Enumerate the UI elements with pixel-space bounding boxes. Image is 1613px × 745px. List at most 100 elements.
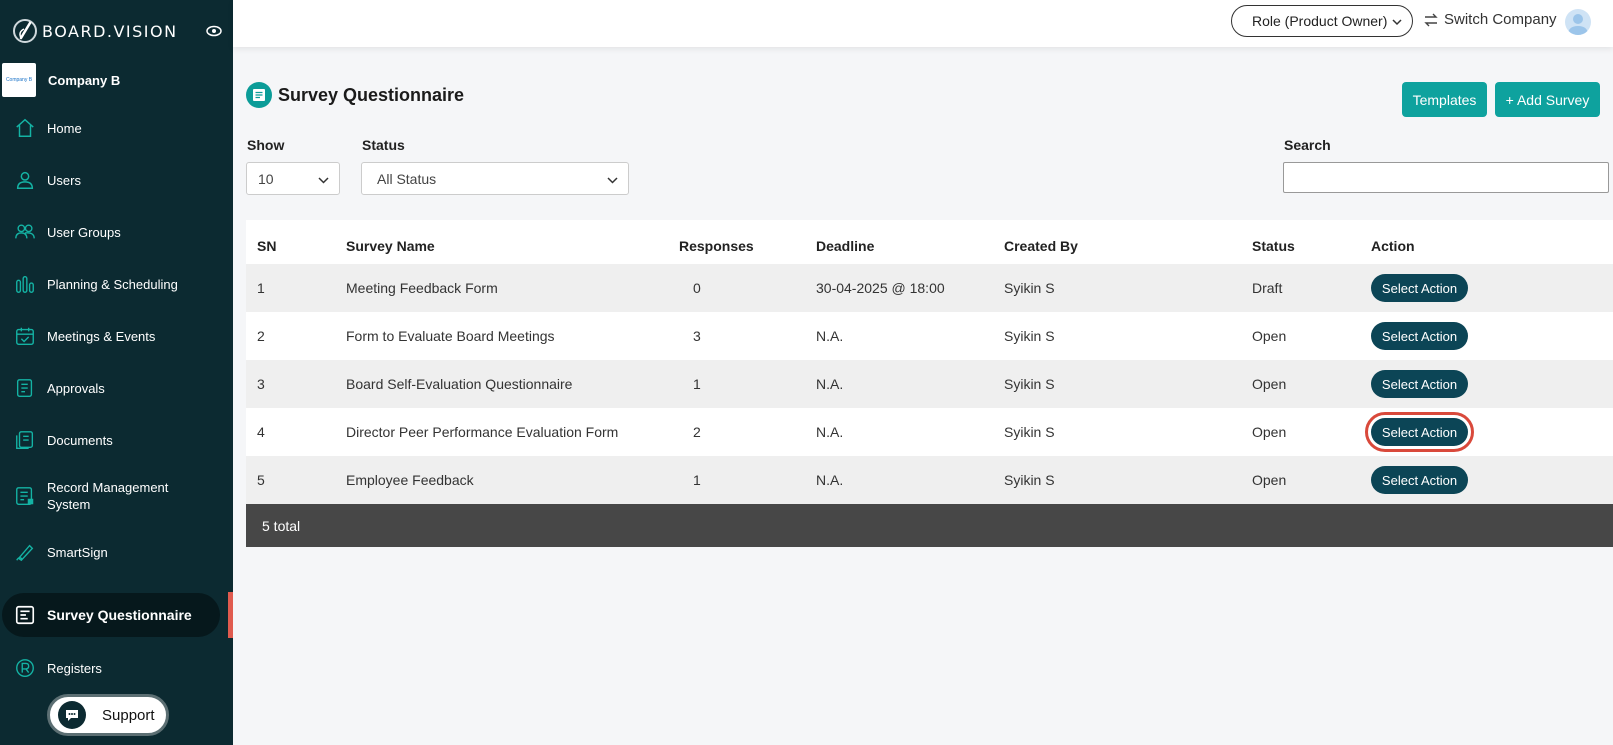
sidebar-item-documents[interactable]: Documents	[2, 418, 220, 462]
sidebar-item-label: User Groups	[47, 224, 121, 240]
sidebar-item-smartsign[interactable]: SmartSign	[2, 530, 220, 574]
cell-deadline: N.A.	[816, 328, 844, 344]
chat-icon	[58, 701, 86, 729]
cell-survey-name: Form to Evaluate Board Meetings	[346, 328, 555, 344]
chevron-down-icon	[1392, 19, 1402, 26]
sidebar-item-survey-questionnaire[interactable]: Survey Questionnaire	[2, 593, 220, 637]
pen-icon	[13, 540, 37, 564]
status-select[interactable]: All Status	[361, 162, 629, 195]
select-action-button[interactable]: Select Action	[1371, 274, 1468, 302]
sidebar-item-meetings[interactable]: Meetings & Events	[2, 314, 220, 358]
cell-deadline: N.A.	[816, 424, 844, 440]
table-row: 2 Form to Evaluate Board Meetings 3 N.A.…	[246, 312, 1613, 360]
templates-button[interactable]: Templates	[1402, 82, 1487, 117]
cell-responses: 1	[693, 472, 701, 488]
cell-status: Draft	[1252, 280, 1283, 296]
sidebar-item-record-management[interactable]: Record Management System	[2, 474, 220, 518]
cell-deadline: N.A.	[816, 376, 844, 392]
cell-sn: 3	[257, 376, 265, 392]
column-header-responses[interactable]: Responses	[679, 222, 754, 270]
user-icon	[13, 168, 37, 192]
cell-status: Open	[1252, 376, 1287, 392]
sidebar-item-users[interactable]: Users	[2, 158, 220, 202]
column-header-survey-name[interactable]: Survey Name	[346, 222, 435, 270]
avatar[interactable]	[1565, 9, 1591, 35]
cell-deadline: 30-04-2025 @ 18:00	[816, 280, 945, 296]
company-logo: Company B	[2, 63, 36, 97]
sidebar-item-label: Planning & Scheduling	[47, 276, 178, 292]
cell-sn: 5	[257, 472, 265, 488]
switch-company-button[interactable]: Switch Company	[1423, 11, 1557, 28]
sidebar-item-planning[interactable]: Planning & Scheduling	[2, 262, 220, 306]
chevron-down-icon	[607, 177, 618, 184]
cell-status: Open	[1252, 328, 1287, 344]
cell-sn: 4	[257, 424, 265, 440]
select-action-button[interactable]: Select Action	[1371, 322, 1468, 350]
status-label: Status	[362, 137, 405, 153]
cell-survey-name: Board Self-Evaluation Questionnaire	[346, 376, 573, 392]
show-label: Show	[247, 137, 285, 153]
brand-logo[interactable]: BOARD.VISION	[12, 18, 222, 44]
company-name: Company B	[48, 72, 121, 88]
chevron-down-icon	[318, 177, 329, 184]
calendar-icon	[13, 324, 37, 348]
active-indicator	[228, 592, 233, 638]
sidebar-item-label: Approvals	[47, 380, 105, 396]
registered-icon	[13, 656, 37, 680]
topbar: Role (Product Owner) Switch Company	[233, 0, 1613, 47]
add-survey-button[interactable]: + Add Survey	[1495, 82, 1600, 117]
role-dropdown[interactable]: Role (Product Owner)	[1231, 5, 1413, 37]
search-input[interactable]	[1283, 162, 1609, 193]
eye-icon[interactable]	[206, 23, 222, 39]
page-title: Survey Questionnaire	[278, 84, 465, 105]
brand-name: BOARD.VISION	[42, 21, 178, 41]
users-icon	[13, 220, 37, 244]
cell-sn: 1	[257, 280, 265, 296]
logo-icon	[13, 19, 37, 43]
sidebar-item-registers[interactable]: Registers	[2, 646, 220, 690]
sidebar-item-home[interactable]: Home	[2, 106, 220, 150]
cell-created-by: Syikin S	[1004, 424, 1055, 440]
company-selector[interactable]: Company B Company B	[2, 62, 227, 98]
cell-responses: 0	[693, 280, 701, 296]
column-header-status[interactable]: Status	[1252, 222, 1295, 270]
cell-responses: 2	[693, 424, 701, 440]
column-header-sn[interactable]: SN	[257, 222, 276, 270]
select-action-button[interactable]: Select Action	[1371, 466, 1468, 494]
cell-status: Open	[1252, 472, 1287, 488]
select-action-button[interactable]: Select Action	[1365, 412, 1474, 452]
sidebar-item-label: Record Management System	[47, 480, 169, 512]
cell-created-by: Syikin S	[1004, 328, 1055, 344]
cell-survey-name: Meeting Feedback Form	[346, 280, 498, 296]
survey-icon	[246, 82, 272, 108]
survey-icon	[13, 603, 37, 627]
show-value: 10	[258, 170, 274, 187]
record-icon	[13, 484, 37, 508]
approval-icon	[13, 376, 37, 400]
table-row: 1 Meeting Feedback Form 0 30-04-2025 @ 1…	[246, 264, 1613, 312]
table-header: SN Survey Name Responses Deadline Create…	[246, 220, 1613, 268]
column-header-created-by[interactable]: Created By	[1004, 222, 1078, 270]
cell-status: Open	[1252, 424, 1287, 440]
page-header: Survey Questionnaire	[246, 82, 464, 108]
cell-responses: 1	[693, 376, 701, 392]
table-row: 4 Director Peer Performance Evaluation F…	[246, 408, 1613, 456]
switch-company-label: Switch Company	[1444, 11, 1557, 28]
role-label: Role (Product Owner)	[1252, 13, 1388, 29]
select-action-button[interactable]: Select Action	[1371, 370, 1468, 398]
sidebar-item-user-groups[interactable]: User Groups	[2, 210, 220, 254]
documents-icon	[13, 428, 37, 452]
cell-created-by: Syikin S	[1004, 280, 1055, 296]
swap-icon	[1424, 13, 1438, 26]
show-select[interactable]: 10	[246, 162, 340, 195]
bar-chart-icon	[13, 272, 37, 296]
table-row: 3 Board Self-Evaluation Questionnaire 1 …	[246, 360, 1613, 408]
sidebar-item-approvals[interactable]: Approvals	[2, 366, 220, 410]
sidebar-item-label: Users	[47, 172, 81, 188]
sidebar-item-label: Survey Questionnaire	[47, 606, 192, 623]
support-button[interactable]: Support	[47, 694, 169, 736]
cell-deadline: N.A.	[816, 472, 844, 488]
column-header-deadline[interactable]: Deadline	[816, 222, 874, 270]
cell-created-by: Syikin S	[1004, 472, 1055, 488]
cell-survey-name: Employee Feedback	[346, 472, 474, 488]
